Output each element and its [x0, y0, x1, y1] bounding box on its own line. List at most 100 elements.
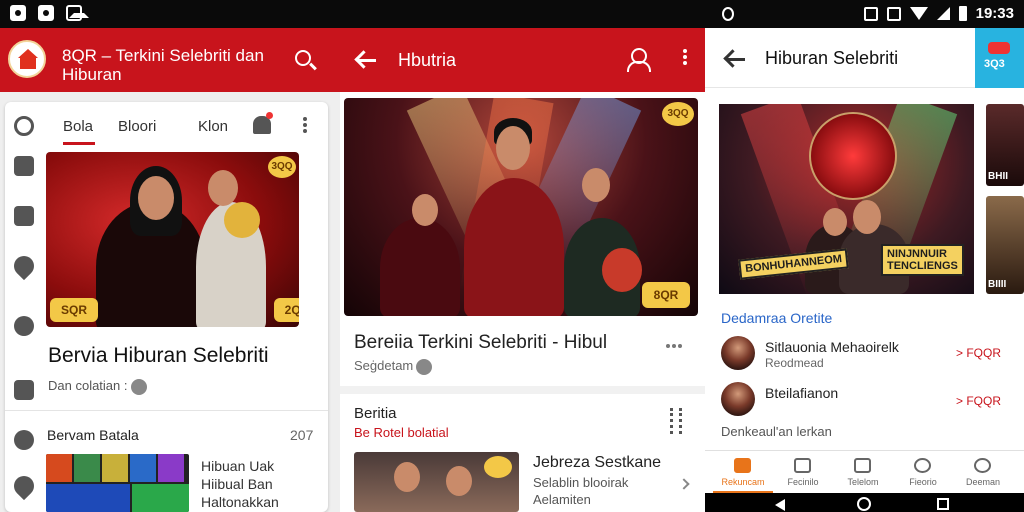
- badge-icon: [988, 42, 1010, 54]
- app-badge[interactable]: 3Q3: [975, 28, 1024, 88]
- tab-klon[interactable]: Klon: [198, 118, 228, 135]
- list-item-price: > FQQR: [955, 346, 1001, 360]
- thumb-tile: [46, 484, 130, 512]
- camera-dot-icon: [722, 7, 734, 21]
- favorite-icon[interactable]: [9, 471, 39, 501]
- banner-line: TENCLIENGS: [887, 260, 958, 272]
- banner-line: NINJNNUIR: [887, 248, 947, 260]
- side-thumbnail[interactable]: BIIII: [986, 196, 1024, 294]
- back-arrow-icon[interactable]: [727, 58, 745, 61]
- chevron-right-icon[interactable]: [678, 478, 690, 490]
- side-thumb-label: BHII: [988, 171, 1008, 182]
- subline-text: Seġdetam: [354, 358, 414, 373]
- thumb-tile: [130, 454, 156, 482]
- panel3-title: Hiburan Selebriti: [765, 48, 899, 68]
- musician-face: [208, 170, 238, 206]
- list-item[interactable]: Sitlauonia Mehaoirelk Reodmead > FQQR: [721, 336, 1011, 376]
- performer-face: [823, 208, 847, 236]
- lead-singer-face: [496, 126, 530, 170]
- battery-icon: [958, 6, 967, 21]
- share-icon[interactable]: [670, 408, 682, 434]
- thumb-tile: [102, 454, 128, 482]
- trumpet-bell: [224, 202, 260, 238]
- more-icon[interactable]: [303, 117, 307, 121]
- nav-item-fieorio[interactable]: Fieorio: [893, 451, 953, 494]
- hero-image[interactable]: BONHUHANNEOM NINJNNUIR TENCLIENGS: [719, 104, 974, 294]
- wifi-icon: [909, 7, 928, 20]
- home-icon: [734, 458, 751, 473]
- back-arrow-icon[interactable]: [358, 59, 376, 62]
- thumbnail-grid[interactable]: [46, 454, 189, 512]
- item-line: Hiibual Ban: [201, 476, 273, 492]
- item-line: Hibuan Uak: [201, 458, 275, 474]
- badge-label: 3Q3: [984, 58, 1005, 70]
- more-horizontal-icon[interactable]: [666, 344, 670, 348]
- tab-bola[interactable]: Bola: [63, 118, 93, 135]
- desc-line: Selablin blooirak: [533, 475, 629, 490]
- list-icon: [794, 458, 811, 473]
- performer-face: [853, 200, 881, 234]
- tab-bloori[interactable]: Bloori: [118, 118, 156, 135]
- footer-text: Denkeaul'an lerkan: [721, 424, 832, 439]
- group-icon[interactable]: [14, 316, 34, 336]
- app-logo[interactable]: [8, 40, 46, 78]
- nav-recents-icon[interactable]: [937, 498, 949, 510]
- nav-label: Fieorio: [909, 477, 937, 487]
- panel1-card: Bola Bloori Klon 3QQ SQR 2QR Bervia Hibu…: [5, 102, 328, 512]
- list-item-title: Bteilafianon: [765, 385, 839, 401]
- lead-singer-figure: [464, 178, 564, 316]
- nav-item-deeman[interactable]: Deeman: [953, 451, 1013, 494]
- hero-image[interactable]: 3QQ 8QR: [344, 98, 698, 316]
- divider: [5, 410, 328, 411]
- section-subtitle[interactable]: Be Rotel bolatial: [354, 425, 449, 440]
- signal-icon: [936, 7, 950, 20]
- saxophonist-face: [412, 194, 438, 226]
- user-icon[interactable]: [627, 48, 651, 72]
- bottom-navigation: Rekuncam Fecinilo Telelom Fieorio Deeman: [705, 450, 1024, 493]
- list-item-title: Sitlauonia Mehaoirelk: [765, 339, 899, 355]
- heart-icon[interactable]: [9, 251, 39, 281]
- list-item-price: > FQQR: [955, 394, 1001, 408]
- clock: 19:33: [975, 5, 1014, 22]
- side-thumbnail[interactable]: BHII: [986, 104, 1024, 186]
- article-headline[interactable]: Bervia Hiburan Selebriti: [48, 344, 269, 368]
- status-bar: 19:33: [0, 0, 1024, 28]
- grid-icon[interactable]: [14, 380, 34, 400]
- list-item[interactable]: Bteilafianon > FQQR: [721, 382, 1011, 422]
- vibrate-icon: [863, 6, 878, 21]
- nav-home-icon[interactable]: [857, 497, 871, 511]
- panel2-title: Hbutria: [398, 50, 457, 70]
- banner-right: NINJNNUIR TENCLIENGS: [881, 244, 964, 276]
- article-subline: Seġdetam: [354, 358, 433, 375]
- emoji-icon: [130, 378, 147, 395]
- chart-icon[interactable]: [14, 156, 34, 176]
- hero-image[interactable]: 3QQ SQR 2QR: [46, 152, 299, 327]
- section-count: 207: [290, 427, 314, 443]
- search-icon[interactable]: [295, 50, 311, 66]
- system-navbar: [705, 493, 1024, 512]
- guitarist-face: [582, 168, 610, 202]
- article-headline[interactable]: Bereiia Terkini Selebriti - Hibul: [354, 332, 607, 354]
- list-item-text[interactable]: Hibuan Uak Hiibual Ban Haltonakkan: [201, 457, 279, 511]
- grid-icon: [854, 458, 871, 473]
- headline-bold: Bereiia Terkini: [354, 332, 473, 353]
- news-thumbnail[interactable]: [354, 452, 519, 512]
- gallery-icon[interactable]: [14, 206, 34, 226]
- headline-rest: Selebriti - Hibul: [472, 332, 608, 353]
- nav-back-icon[interactable]: [775, 499, 785, 511]
- nav-item-fecinilo[interactable]: Fecinilo: [773, 451, 833, 494]
- saxophonist-figure: [380, 218, 460, 316]
- section-title: Bervam Batala: [47, 427, 139, 443]
- article-subline: Dan colatian :: [48, 378, 147, 395]
- news-item-title[interactable]: Jebreza Sestkane: [533, 454, 661, 472]
- nav-item-telelom[interactable]: Telelom: [833, 451, 893, 494]
- nav-item-rekuncam[interactable]: Rekuncam: [713, 451, 773, 494]
- disco-orb: [809, 112, 897, 200]
- badge-right: 2QR: [274, 298, 299, 322]
- home-icon[interactable]: [14, 116, 34, 136]
- side-thumb-label: BIIII: [988, 279, 1007, 290]
- profile-icon[interactable]: [14, 430, 34, 450]
- section-title: Dedamraa Oretite: [721, 310, 833, 326]
- panel3-header: Hiburan Selebriti 3Q3: [705, 28, 1024, 88]
- more-icon[interactable]: [683, 49, 687, 53]
